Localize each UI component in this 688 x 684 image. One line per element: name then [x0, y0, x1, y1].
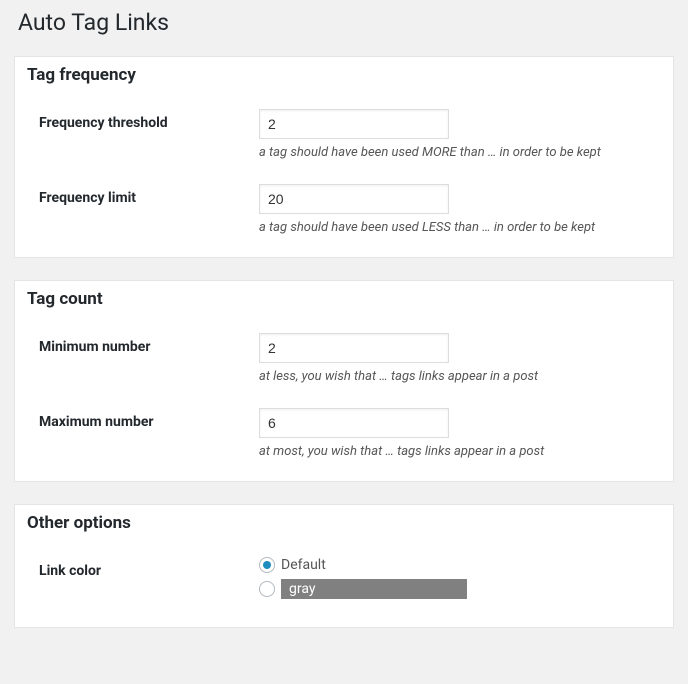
row-minimum-number: Minimum number at less, you wish that … …	[27, 333, 661, 384]
row-maximum-number: Maximum number at most, you wish that … …	[27, 408, 661, 459]
minimum-number-input[interactable]	[259, 333, 449, 363]
link-color-custom-chip[interactable]: gray	[281, 579, 467, 599]
frequency-threshold-label: Frequency threshold	[39, 109, 259, 131]
section-tag-count: Tag count Minimum number at less, you wi…	[14, 280, 674, 482]
section-other-options: Other options Link color Default gray	[14, 504, 674, 628]
frequency-limit-desc: a tag should have been used LESS than … …	[259, 220, 661, 235]
maximum-number-label: Maximum number	[39, 408, 259, 430]
link-color-radio-default[interactable]	[259, 557, 275, 573]
row-frequency-limit: Frequency limit a tag should have been u…	[27, 184, 661, 235]
section-heading-tag-count: Tag count	[27, 289, 661, 315]
page-title: Auto Tag Links	[0, 0, 688, 56]
row-frequency-threshold: Frequency threshold a tag should have be…	[27, 109, 661, 160]
frequency-threshold-input[interactable]	[259, 109, 449, 139]
link-color-label: Link color	[39, 557, 259, 579]
link-color-option-default[interactable]: Default	[281, 557, 326, 573]
section-tag-frequency: Tag frequency Frequency threshold a tag …	[14, 56, 674, 258]
minimum-number-desc: at less, you wish that … tags links appe…	[259, 369, 661, 384]
section-heading-tag-frequency: Tag frequency	[27, 65, 661, 91]
minimum-number-label: Minimum number	[39, 333, 259, 355]
section-heading-other-options: Other options	[27, 513, 661, 539]
link-color-radio-custom[interactable]	[259, 581, 275, 597]
frequency-limit-label: Frequency limit	[39, 184, 259, 206]
maximum-number-desc: at most, you wish that … tags links appe…	[259, 444, 661, 459]
frequency-threshold-desc: a tag should have been used MORE than … …	[259, 145, 661, 160]
frequency-limit-input[interactable]	[259, 184, 449, 214]
row-link-color: Link color Default gray	[27, 557, 661, 605]
maximum-number-input[interactable]	[259, 408, 449, 438]
